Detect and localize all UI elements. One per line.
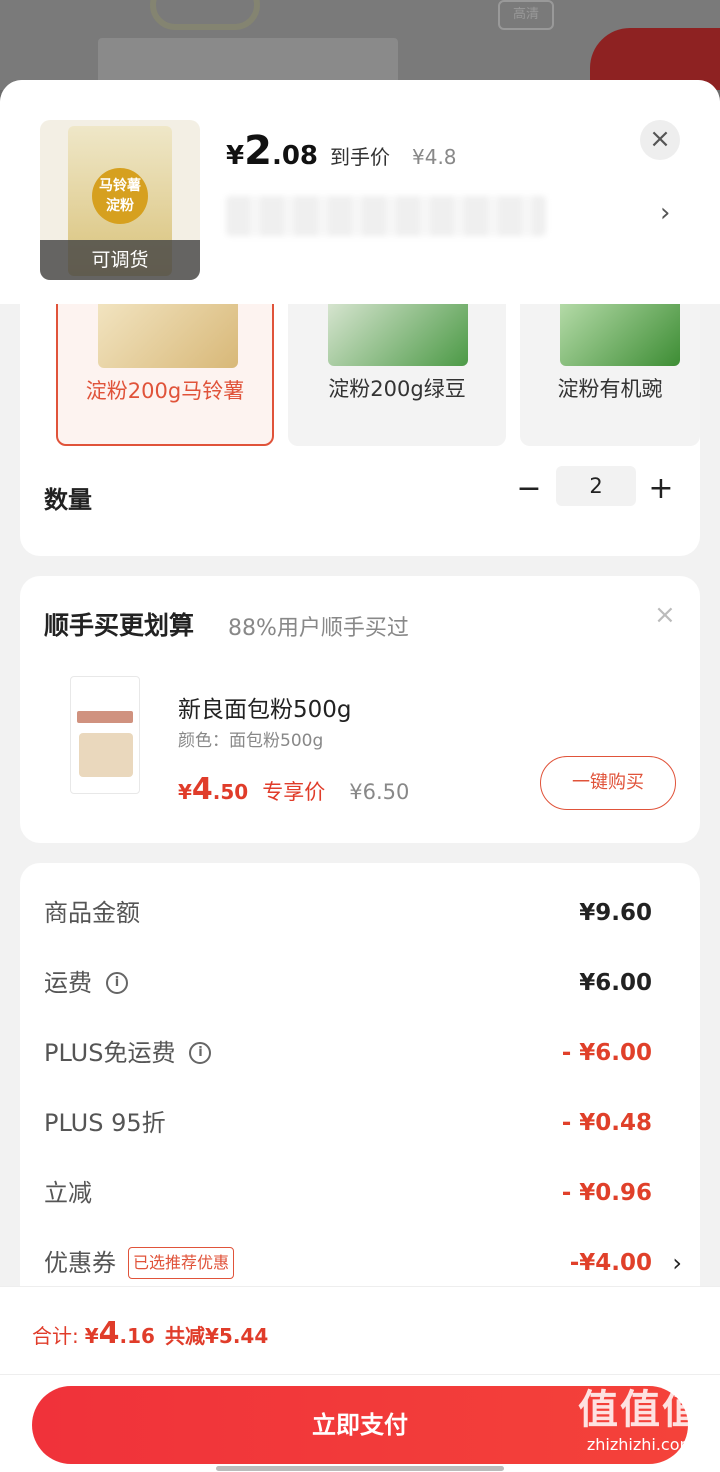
price-currency: ¥ xyxy=(226,141,245,171)
variant-label: 淀粉有机豌 xyxy=(557,377,663,401)
watermark-url: zhizhizhi.com xyxy=(586,1435,696,1454)
info-icon[interactable]: i xyxy=(189,1042,212,1064)
package-text-line1: 马铃薯 xyxy=(99,178,141,194)
summary-value: ¥6.00 xyxy=(579,970,652,996)
price-integer: 2 xyxy=(244,128,272,174)
addon-exclusive-label: 专享价 xyxy=(262,780,326,804)
variant-label: 淀粉200g绿豆 xyxy=(328,377,466,401)
summary-row-coupon[interactable]: 优惠券 已选推荐优惠 -¥4.00 › xyxy=(44,1243,682,1283)
summary-value: - ¥6.00 xyxy=(561,1040,652,1066)
blurred-product-info xyxy=(226,196,546,236)
total-label: 合计: xyxy=(32,1324,79,1348)
background-tag: 高清 xyxy=(498,0,554,30)
variant-label: 淀粉200g马铃薯 xyxy=(85,379,245,403)
transferable-badge: 可调货 xyxy=(40,240,200,280)
addon-product-image[interactable] xyxy=(70,676,140,794)
summary-row-instant-reduction: 立减 - ¥0.96 xyxy=(44,1173,676,1213)
summary-label-text: PLUS免运费 xyxy=(44,1039,176,1067)
summary-label: 商品金额 xyxy=(44,893,140,933)
quantity-label: 数量 xyxy=(44,486,92,514)
variant-option-potato[interactable]: 淀粉200g马铃薯 xyxy=(56,290,274,446)
summary-label: 立减 xyxy=(44,1173,92,1213)
close-icon[interactable]: × xyxy=(640,120,680,160)
divider xyxy=(0,1374,720,1375)
addon-recommendation-card: 顺手买更划算 88%用户顺手买过 × 新良面包粉500g 颜色：面包粉500g … xyxy=(20,576,700,843)
one-click-buy-button[interactable]: 一键购买 xyxy=(540,756,676,810)
background-logo xyxy=(150,0,260,30)
options-card: 淀粉200g马铃薯 淀粉200g绿豆 淀粉有机豌 数量 − 2 + xyxy=(20,270,700,556)
addon-image-picture xyxy=(79,733,133,777)
order-summary-card: 商品金额 ¥9.60 运费 i ¥6.00 PLUS免运费 i - ¥6.00 PL… xyxy=(20,863,700,1303)
addon-title: 顺手买更划算 xyxy=(44,611,195,640)
summary-row-goods: 商品金额 ¥9.60 xyxy=(44,893,676,933)
original-price: ¥4.8 xyxy=(412,145,457,169)
purchase-sheet: 马铃薯 淀粉 可调货 ¥ 2 .08 到手价 ¥4.8 × › 淀粉200g马铃… xyxy=(0,80,720,1472)
summary-label: 优惠券 已选推荐优惠 xyxy=(44,1243,235,1283)
total-integer: 4 xyxy=(98,1316,120,1351)
watermark-logo: 值值值 xyxy=(578,1387,704,1433)
summary-value: - ¥0.96 xyxy=(561,1180,652,1206)
addon-price-integer: 4 xyxy=(191,772,213,807)
summary-label: PLUS 95折 xyxy=(44,1103,166,1143)
site-watermark: 值值值 zhizhizhi.com xyxy=(566,1386,716,1456)
price-decimal: .08 xyxy=(271,141,318,171)
summary-label-text: 优惠券 xyxy=(44,1249,116,1277)
summary-value: - ¥0.48 xyxy=(561,1110,652,1136)
price-row: ¥ 2 .08 到手价 ¥4.8 xyxy=(226,128,457,174)
quantity-increase-button[interactable]: + xyxy=(646,470,676,510)
variant-option-pea[interactable]: 淀粉有机豌 xyxy=(520,290,700,446)
checkout-footer: 合计: ¥ 4 .16 共减¥5.44 立即支付 值值值 zhizhizhi.c… xyxy=(0,1286,720,1472)
summary-row-shipping: 运费 i ¥6.00 xyxy=(44,963,676,1003)
total-currency: ¥ xyxy=(84,1324,99,1348)
sheet-header: 马铃薯 淀粉 可调货 ¥ 2 .08 到手价 ¥4.8 × › xyxy=(0,80,720,304)
chevron-right-icon[interactable]: › xyxy=(672,1243,682,1283)
final-price-label: 到手价 xyxy=(330,145,390,169)
total-row: 合计: ¥ 4 .16 共减¥5.44 xyxy=(32,1316,268,1351)
addon-price-decimal: .50 xyxy=(212,780,249,804)
summary-row-plus-discount: PLUS 95折 - ¥0.48 xyxy=(44,1103,676,1143)
addon-original-price: ¥6.50 xyxy=(349,780,410,804)
summary-label-text: PLUS 95折 xyxy=(44,1109,166,1137)
summary-row-plus-free-shipping: PLUS免运费 i - ¥6.00 xyxy=(44,1033,676,1073)
quantity-input[interactable]: 2 xyxy=(556,466,636,506)
summary-label: 运费 i xyxy=(44,963,128,1003)
quantity-decrease-button[interactable]: − xyxy=(514,470,544,510)
product-thumbnail[interactable]: 马铃薯 淀粉 可调货 xyxy=(40,120,200,280)
info-icon[interactable]: i xyxy=(106,972,128,994)
addon-subtitle: 88%用户顺手买过 xyxy=(228,616,409,641)
summary-value: -¥4.00 xyxy=(569,1250,652,1276)
background-app: 高清 xyxy=(0,0,720,90)
close-icon[interactable]: × xyxy=(654,600,676,630)
package-text: 马铃薯 淀粉 xyxy=(80,176,160,216)
coupon-recommended-badge: 已选推荐优惠 xyxy=(128,1247,235,1279)
package-text-line2: 淀粉 xyxy=(106,198,134,214)
addon-product-name[interactable]: 新良面包粉500g xyxy=(178,690,352,724)
chevron-right-icon[interactable]: › xyxy=(660,198,670,228)
divider xyxy=(0,1286,720,1287)
summary-label-text: 商品金额 xyxy=(44,899,140,927)
total-decimal: .16 xyxy=(119,1324,155,1348)
summary-label-text: 立减 xyxy=(44,1179,92,1207)
variant-option-mungbean[interactable]: 淀粉200g绿豆 xyxy=(288,290,506,446)
addon-product-spec: 颜色：面包粉500g xyxy=(178,731,324,751)
total-saved: 共减¥5.44 xyxy=(164,1324,269,1348)
home-indicator xyxy=(216,1466,504,1471)
summary-label: PLUS免运费 i xyxy=(44,1033,212,1073)
addon-image-label xyxy=(77,711,133,723)
addon-price-currency: ¥ xyxy=(178,780,192,804)
summary-value: ¥9.60 xyxy=(579,900,652,926)
summary-label-text: 运费 xyxy=(44,969,92,997)
addon-price-row: ¥ 4 .50 专享价 ¥6.50 xyxy=(178,772,409,807)
